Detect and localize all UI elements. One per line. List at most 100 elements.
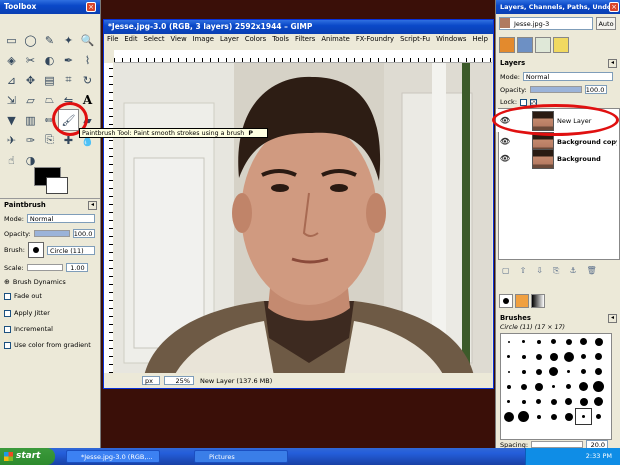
brush-tip[interactable]	[561, 349, 576, 364]
brush-tip[interactable]	[576, 334, 591, 349]
tab-gradients-icon[interactable]	[531, 294, 545, 308]
menu-help[interactable]: Help	[469, 34, 491, 45]
brush-tip[interactable]	[501, 334, 516, 349]
brush-tip[interactable]	[561, 394, 576, 409]
brush-tip[interactable]	[591, 334, 606, 349]
scissors-icon[interactable]: ✂	[21, 50, 40, 70]
menu-edit[interactable]: Edit	[121, 34, 140, 45]
menu-windows[interactable]: Windows	[433, 34, 469, 45]
brush-tip[interactable]	[546, 379, 561, 394]
zoom-select[interactable]: 25%	[164, 376, 194, 385]
brush-tip[interactable]	[591, 379, 606, 394]
brush-tip[interactable]	[501, 394, 516, 409]
clone-icon[interactable]: ⎘	[40, 130, 59, 150]
spacing-slider[interactable]	[531, 441, 584, 448]
color-picker-icon[interactable]: ⌇	[78, 50, 97, 70]
lasso-icon[interactable]: ✎	[40, 30, 59, 50]
fade-out-checkbox[interactable]	[4, 292, 11, 300]
brush-tip[interactable]	[576, 364, 591, 379]
brush-tip[interactable]	[501, 364, 516, 379]
close-icon[interactable]: ×	[86, 2, 96, 12]
smudge-icon[interactable]: ☝	[2, 150, 21, 170]
menu-tools[interactable]: Tools	[269, 34, 292, 45]
dock-titlebar[interactable]: Layers, Channels, Paths, Undo –	[496, 0, 620, 14]
incremental-checkbox[interactable]	[4, 325, 11, 333]
brush-dynamics-label[interactable]: Brush Dynamics	[13, 278, 66, 286]
menu-file[interactable]: File	[104, 34, 121, 45]
layer-opacity-input[interactable]: 100.0	[584, 85, 607, 94]
menu-script-fu[interactable]: Script-Fu	[397, 34, 433, 45]
airbrush-icon[interactable]: ✈	[2, 130, 21, 150]
tab-paths-icon[interactable]	[535, 37, 551, 53]
brush-tip[interactable]	[531, 409, 546, 424]
blend-icon[interactable]: ▥	[21, 110, 40, 130]
tab-undo-icon[interactable]	[553, 37, 569, 53]
tab-channels-icon[interactable]	[517, 37, 533, 53]
brush-select[interactable]: Circle (11)	[46, 245, 95, 255]
paths-icon[interactable]: ✒	[59, 50, 78, 70]
brush-tip[interactable]	[516, 379, 531, 394]
layer-row-background[interactable]: 👁 Background	[496, 147, 619, 170]
shear-icon[interactable]: ▱	[21, 90, 40, 110]
options-menu-icon[interactable]: ◂	[88, 201, 97, 210]
layers-menu-icon[interactable]: ◂	[608, 59, 617, 68]
brush-tip[interactable]	[561, 364, 576, 379]
visibility-eye-icon[interactable]: 👁	[496, 154, 514, 163]
menu-colors[interactable]: Colors	[242, 34, 269, 45]
brush-tip[interactable]	[531, 379, 546, 394]
layer-name[interactable]: Background copy	[557, 138, 617, 146]
brush-tip[interactable]	[531, 364, 546, 379]
use-gradient-checkbox[interactable]	[4, 341, 11, 349]
menu-layer[interactable]: Layer	[217, 34, 242, 45]
menu-select[interactable]: Select	[141, 34, 168, 45]
brush-tip[interactable]	[576, 379, 591, 394]
brush-tip[interactable]	[561, 379, 576, 394]
layer-name[interactable]: Background	[557, 155, 601, 163]
brush-tip[interactable]	[501, 349, 516, 364]
tab-layers-icon[interactable]	[499, 37, 515, 53]
move-icon[interactable]: ✥	[21, 70, 40, 90]
brush-tip[interactable]	[546, 334, 561, 349]
lower-layer-icon[interactable]: ⇩	[536, 266, 543, 276]
tab-brushes-icon[interactable]	[499, 294, 513, 308]
brush-tip[interactable]	[501, 409, 516, 424]
brush-tip[interactable]	[561, 409, 576, 424]
clock[interactable]: 2:33 PM	[586, 452, 612, 460]
brush-tip[interactable]	[531, 349, 546, 364]
brush-tip[interactable]	[501, 379, 516, 394]
brush-tip[interactable]	[546, 409, 561, 424]
raise-layer-icon[interactable]: ⇧	[520, 266, 527, 276]
select-by-color-icon[interactable]: ◈	[2, 50, 21, 70]
menu-fx-foundry[interactable]: FX-Foundry	[353, 34, 397, 45]
menu-view[interactable]: View	[168, 34, 190, 45]
opacity-slider[interactable]	[33, 230, 70, 237]
background-color-swatch[interactable]	[46, 177, 68, 194]
rotate-icon[interactable]: ↻	[78, 70, 97, 90]
brushes-grid[interactable]	[500, 333, 612, 440]
brush-tip[interactable]	[591, 364, 606, 379]
menu-image[interactable]: Image	[190, 34, 217, 45]
duplicate-layer-icon[interactable]: ⎘	[553, 266, 559, 276]
scale-slider[interactable]	[26, 264, 63, 271]
foreground-select-icon[interactable]: ◐	[40, 50, 59, 70]
vertical-ruler[interactable]	[104, 63, 113, 374]
ink-icon[interactable]: ✑	[21, 130, 40, 150]
image-titlebar[interactable]: *Jesse.jpg-3.0 (RGB, 3 layers) 2592x1944…	[104, 20, 493, 34]
brush-tip[interactable]	[576, 349, 591, 364]
horizontal-ruler[interactable]	[114, 50, 492, 63]
ellipse-select-icon[interactable]: ◯	[21, 30, 40, 50]
brushes-menu-icon[interactable]: ◂	[608, 314, 617, 323]
menu-animate[interactable]: Animate	[318, 34, 352, 45]
toolbox-titlebar[interactable]: Toolbox	[0, 0, 100, 14]
brush-tip[interactable]	[546, 394, 561, 409]
task-gimp-image[interactable]: *Jesse.jpg-3.0 (RGB,...	[66, 450, 160, 463]
delete-layer-icon[interactable]: 🗑	[587, 266, 597, 276]
brush-tip[interactable]	[575, 408, 592, 425]
brush-tip[interactable]	[516, 349, 531, 364]
brush-preview[interactable]	[27, 242, 44, 258]
scale-input[interactable]: 1.00	[65, 263, 88, 272]
brush-tip[interactable]	[516, 394, 531, 409]
new-layer-icon[interactable]: ▢	[502, 266, 510, 276]
anchor-layer-icon[interactable]: ⚓	[569, 266, 576, 276]
expander-icon[interactable]: ⊕	[4, 278, 10, 286]
